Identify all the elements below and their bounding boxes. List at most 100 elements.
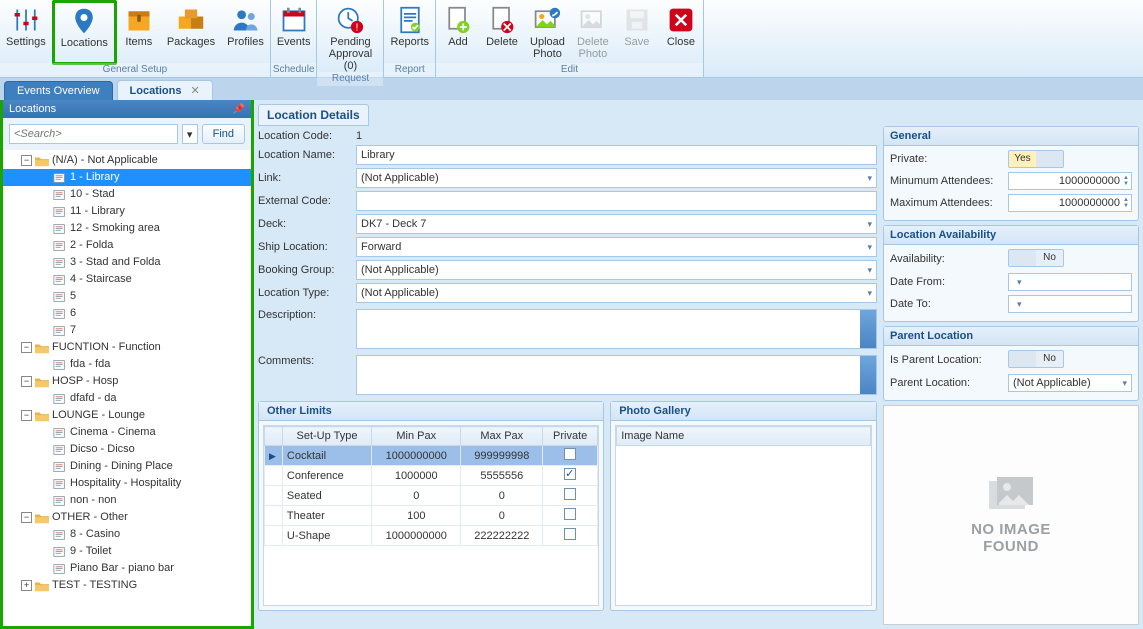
- settings-button[interactable]: Settings: [0, 2, 52, 63]
- tree-folder[interactable]: −HOSP - Hosp: [3, 373, 251, 390]
- search-input[interactable]: [9, 124, 178, 144]
- scrollbar[interactable]: [860, 310, 876, 348]
- tree-item[interactable]: 2 - Folda: [3, 237, 251, 254]
- col-header[interactable]: Set-Up Type: [282, 427, 371, 446]
- tree-item[interactable]: 1 - Library: [3, 169, 251, 186]
- items-button[interactable]: Items: [117, 2, 161, 63]
- input-name[interactable]: Library: [356, 145, 877, 165]
- col-image-name[interactable]: Image Name: [617, 427, 871, 446]
- tree-item[interactable]: Piano Bar - piano bar: [3, 560, 251, 577]
- spin-max[interactable]: 1000000000▲▼: [1008, 194, 1132, 212]
- find-button[interactable]: Find: [202, 124, 245, 144]
- tree-item[interactable]: Cinema - Cinema: [3, 424, 251, 441]
- checkbox[interactable]: [564, 488, 576, 500]
- add-button[interactable]: Add: [436, 2, 480, 63]
- tree-item[interactable]: 5: [3, 288, 251, 305]
- label-parentloc: Parent Location:: [890, 377, 1008, 389]
- toggle-avail[interactable]: No: [1008, 249, 1064, 267]
- close-button[interactable]: Close: [659, 2, 703, 63]
- packages-button[interactable]: Packages: [161, 2, 221, 63]
- checkbox[interactable]: [564, 448, 576, 460]
- tree-item[interactable]: Dining - Dining Place: [3, 458, 251, 475]
- col-header[interactable]: Max Pax: [461, 427, 543, 446]
- combo-loctype[interactable]: (Not Applicable): [356, 283, 877, 303]
- packages-icon: [177, 4, 205, 36]
- other-limits-grid[interactable]: Set-Up TypeMin PaxMax PaxPrivate▶Cocktai…: [263, 425, 599, 606]
- tree-folder[interactable]: −OTHER - Other: [3, 509, 251, 526]
- tree-item[interactable]: 10 - Stad: [3, 186, 251, 203]
- checkbox[interactable]: [564, 468, 576, 480]
- tree-item[interactable]: 11 - Library: [3, 203, 251, 220]
- table-row[interactable]: ▶Cocktail1000000000999999998: [265, 446, 598, 466]
- combo-bookgrp[interactable]: (Not Applicable): [356, 260, 877, 280]
- checkbox[interactable]: [564, 508, 576, 520]
- photo-delete-icon: [579, 4, 607, 36]
- reports-button[interactable]: Reports: [384, 2, 435, 63]
- events-button[interactable]: Events: [271, 2, 317, 63]
- tree-item[interactable]: 3 - Stad and Folda: [3, 254, 251, 271]
- save-icon: [623, 4, 651, 36]
- tree-item[interactable]: 4 - Staircase: [3, 271, 251, 288]
- photo-gallery-grid[interactable]: Image Name: [615, 425, 872, 606]
- textarea-desc[interactable]: [356, 309, 877, 349]
- tree-item[interactable]: Hospitality - Hospitality: [3, 475, 251, 492]
- label-shiploc: Ship Location:: [258, 241, 356, 253]
- tree-item[interactable]: non - non: [3, 492, 251, 509]
- photo-upload-icon: [533, 4, 561, 36]
- close-icon: [667, 4, 695, 36]
- tree-item[interactable]: dfafd - da: [3, 390, 251, 407]
- table-row[interactable]: U-Shape1000000000222222222: [265, 526, 598, 546]
- details-form: Location Code:1 Location Name:Library Li…: [258, 126, 877, 625]
- date-from[interactable]: [1008, 273, 1132, 291]
- tree-item[interactable]: 8 - Casino: [3, 526, 251, 543]
- tab-label: Events Overview: [17, 85, 100, 97]
- textarea-comm[interactable]: [356, 355, 877, 395]
- delete-button[interactable]: Delete: [480, 2, 524, 63]
- toggle-private[interactable]: Yes: [1008, 150, 1064, 168]
- tree-item[interactable]: Dicso - Dicso: [3, 441, 251, 458]
- scrollbar[interactable]: [860, 356, 876, 394]
- tree-item[interactable]: fda - fda: [3, 356, 251, 373]
- spin-ctrl[interactable]: ▲▼: [1123, 197, 1129, 209]
- spin-min[interactable]: 1000000000▲▼: [1008, 172, 1132, 190]
- ribbon-label: Pending Approval (0): [323, 36, 377, 72]
- combo-parentloc[interactable]: (Not Applicable): [1008, 374, 1132, 392]
- date-to[interactable]: [1008, 295, 1132, 313]
- combo-link[interactable]: (Not Applicable): [356, 168, 877, 188]
- table-row[interactable]: Seated00: [265, 486, 598, 506]
- upload-photo-button[interactable]: Upload Photo: [524, 2, 571, 63]
- tree-item[interactable]: 12 - Smoking area: [3, 220, 251, 237]
- combo-deck[interactable]: DK7 - Deck 7: [356, 214, 877, 234]
- tab-locations[interactable]: Locations ✕: [117, 80, 213, 100]
- tree-folder[interactable]: −FUCNTION - Function: [3, 339, 251, 356]
- locations-button[interactable]: Locations: [52, 0, 117, 65]
- spin-ctrl[interactable]: ▲▼: [1123, 175, 1129, 187]
- table-row[interactable]: Conference10000005555556: [265, 466, 598, 486]
- table-row[interactable]: Theater1000: [265, 506, 598, 526]
- toggle-isparent[interactable]: No: [1008, 350, 1064, 368]
- tree-folder[interactable]: +TEST - TESTING: [3, 577, 251, 594]
- locations-tree[interactable]: −(N/A) - Not Applicable1 - Library10 - S…: [3, 150, 251, 626]
- label-isparent: Is Parent Location:: [890, 354, 1008, 366]
- tree-item[interactable]: 6: [3, 305, 251, 322]
- general-group: General Private:Yes Minumum Attendees:10…: [883, 126, 1139, 221]
- tab-close-icon[interactable]: ✕: [191, 85, 200, 97]
- value-code: 1: [356, 130, 877, 142]
- pin-icon[interactable]: 📌: [233, 104, 245, 115]
- dropdown-icon[interactable]: ▾: [182, 124, 198, 144]
- tree-item[interactable]: 7: [3, 322, 251, 339]
- tree-folder[interactable]: −LOUNGE - Lounge: [3, 407, 251, 424]
- label-avail: Availability:: [890, 253, 1008, 265]
- checkbox[interactable]: [564, 528, 576, 540]
- tree-item[interactable]: 9 - Toilet: [3, 543, 251, 560]
- tab-events-overview[interactable]: Events Overview: [4, 81, 113, 100]
- pending-approval-button[interactable]: ! Pending Approval (0): [317, 2, 383, 72]
- input-ext[interactable]: [356, 191, 877, 211]
- col-header[interactable]: Min Pax: [372, 427, 461, 446]
- tree-folder[interactable]: −(N/A) - Not Applicable: [3, 152, 251, 169]
- col-header[interactable]: Private: [543, 427, 598, 446]
- combo-shiploc[interactable]: Forward: [356, 237, 877, 257]
- profiles-button[interactable]: Profiles: [221, 2, 270, 63]
- location-details-panel: Location Details Location Code:1 Locatio…: [254, 100, 1143, 629]
- label-loctype: Location Type:: [258, 287, 356, 299]
